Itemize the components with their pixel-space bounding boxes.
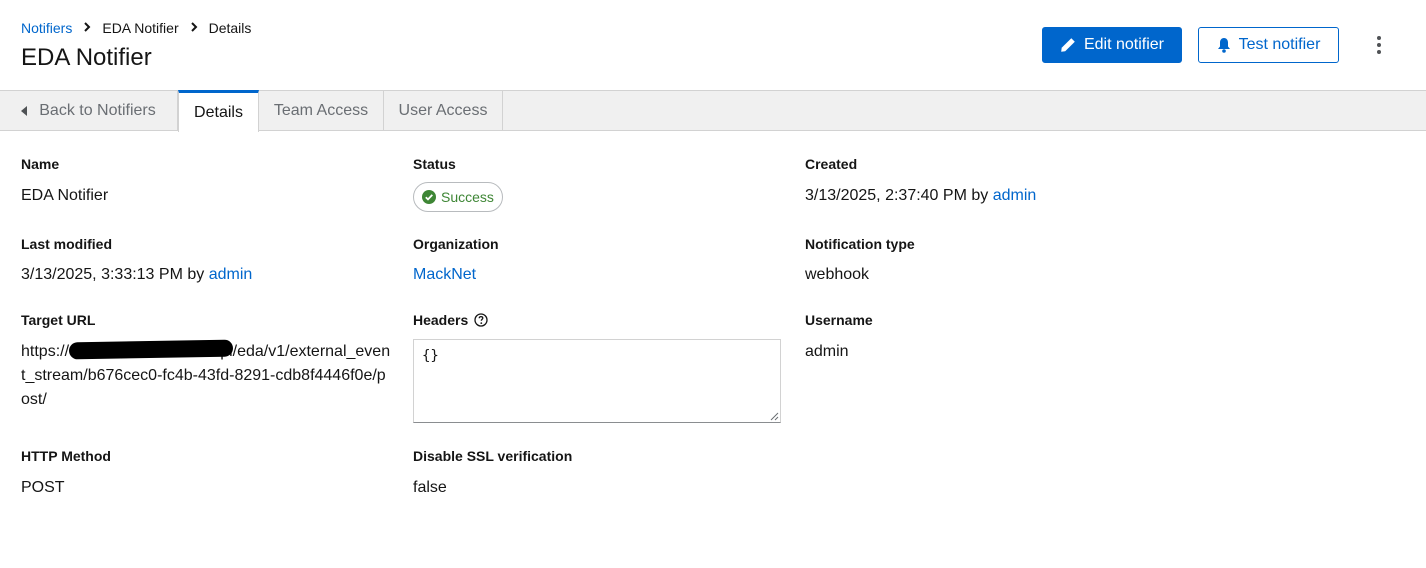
created-value: 3/13/2025, 2:37:40 PM by admin bbox=[805, 184, 1036, 208]
pencil-icon bbox=[1061, 38, 1075, 52]
kebab-menu-icon[interactable] bbox=[1368, 30, 1390, 60]
field-last-modified: Last modified 3/13/2025, 3:33:13 PM by a… bbox=[21, 236, 252, 287]
username-label: Username bbox=[805, 312, 873, 328]
page-header: Notifiers EDA Notifier Details EDA Notif… bbox=[0, 0, 1426, 90]
test-notifier-label: Test notifier bbox=[1238, 36, 1321, 53]
status-value: Success bbox=[441, 189, 494, 205]
last-modified-date: 3/13/2025, 3:33:13 PM by bbox=[21, 266, 209, 283]
edit-notifier-button[interactable]: Edit notifier bbox=[1042, 27, 1182, 63]
notification-type-value: webhook bbox=[805, 266, 870, 283]
status-badge: Success bbox=[413, 182, 503, 212]
field-organization: Organization MackNet bbox=[413, 236, 499, 287]
disable-ssl-value: false bbox=[413, 479, 447, 496]
target-url-label: Target URL bbox=[21, 312, 96, 328]
name-value: EDA Notifier bbox=[21, 187, 109, 204]
notification-type-label: Notification type bbox=[805, 236, 915, 252]
field-status: Status Success bbox=[413, 156, 503, 212]
test-notifier-button[interactable]: Test notifier bbox=[1198, 27, 1339, 63]
headers-value: {} bbox=[422, 348, 439, 364]
tab-user-label: User Access bbox=[398, 102, 488, 119]
modified-by-user-link[interactable]: admin bbox=[209, 266, 253, 283]
headers-label: Headers bbox=[413, 312, 469, 328]
http-method-value: POST bbox=[21, 479, 65, 496]
tab-details-label: Details bbox=[194, 103, 243, 121]
bell-icon bbox=[1217, 38, 1230, 53]
field-created: Created 3/13/2025, 2:37:40 PM by admin bbox=[805, 156, 1036, 208]
page-title: EDA Notifier bbox=[21, 44, 152, 71]
redaction-mark bbox=[68, 339, 234, 360]
headers-label-wrap: Headers bbox=[413, 312, 781, 328]
resize-handle-icon[interactable] bbox=[770, 412, 779, 421]
tab-team-label: Team Access bbox=[273, 102, 369, 119]
field-headers: Headers {} bbox=[413, 312, 781, 423]
created-label: Created bbox=[805, 156, 858, 172]
tab-team-access[interactable]: Team Access bbox=[259, 91, 384, 131]
tab-details[interactable]: Details bbox=[178, 90, 259, 132]
field-http-method: HTTP Method POST bbox=[21, 448, 111, 500]
disable-ssl-label: Disable SSL verification bbox=[413, 448, 573, 464]
breadcrumb-notifiers-link[interactable]: Notifiers bbox=[21, 19, 72, 37]
field-name: Name EDA Notifier bbox=[21, 156, 108, 208]
tab-back-label: Back to Notifiers bbox=[39, 102, 156, 119]
created-by-user-link[interactable]: admin bbox=[993, 187, 1037, 204]
organization-link[interactable]: MackNet bbox=[413, 266, 476, 283]
organization-value: MackNet bbox=[413, 263, 499, 287]
breadcrumb-notifier: EDA Notifier bbox=[102, 20, 179, 36]
status-label: Status bbox=[413, 156, 456, 172]
chevron-right-icon bbox=[72, 19, 102, 37]
last-modified-label: Last modified bbox=[21, 236, 113, 252]
edit-notifier-label: Edit notifier bbox=[1083, 36, 1165, 53]
field-username: Username admin bbox=[805, 312, 873, 364]
organization-label: Organization bbox=[413, 236, 499, 252]
target-url-value: https:// eda-event-streams/api/eda/v1/ex… bbox=[21, 339, 391, 412]
name-label: Name bbox=[21, 156, 60, 172]
breadcrumb-current: Details bbox=[208, 20, 252, 36]
field-disable-ssl: Disable SSL verification false bbox=[413, 448, 572, 500]
chevron-right-icon bbox=[179, 19, 209, 37]
field-notification-type: Notification type webhook bbox=[805, 236, 915, 287]
http-method-label: HTTP Method bbox=[21, 448, 111, 464]
last-modified-value: 3/13/2025, 3:33:13 PM by admin bbox=[21, 263, 252, 287]
headers-code-box[interactable]: {} bbox=[413, 339, 781, 423]
help-icon[interactable] bbox=[474, 313, 488, 327]
check-circle-icon bbox=[422, 190, 436, 204]
username-value: admin bbox=[805, 343, 849, 360]
tab-back-to-notifiers[interactable]: Back to Notifiers bbox=[0, 91, 178, 131]
created-date: 3/13/2025, 2:37:40 PM by bbox=[805, 187, 993, 204]
tab-bar: Back to Notifiers Details Team Access Us… bbox=[0, 90, 1426, 132]
tab-user-access[interactable]: User Access bbox=[384, 91, 503, 131]
field-target-url: Target URL https:// eda-event-streams/ap… bbox=[21, 312, 391, 412]
caret-left-icon bbox=[21, 106, 28, 116]
breadcrumb: Notifiers EDA Notifier Details bbox=[21, 19, 251, 37]
